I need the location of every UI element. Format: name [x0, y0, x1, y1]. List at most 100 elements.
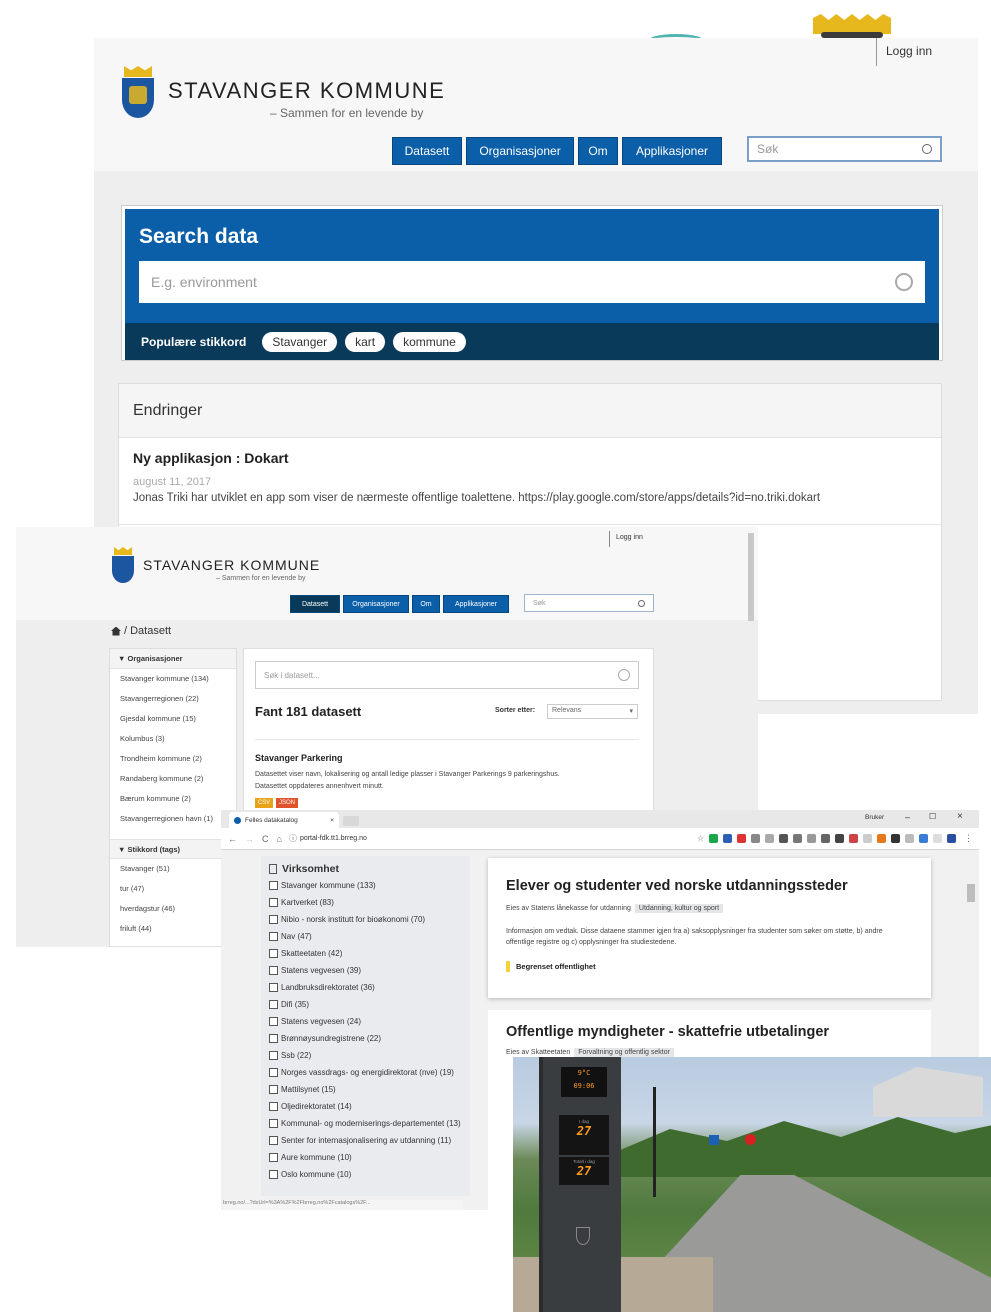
maximize-icon[interactable]: ☐ [929, 812, 936, 821]
facet-checkbox[interactable]: Difi (35) [269, 999, 462, 1010]
front-card2-title[interactable]: Offentlige myndigheter - skattefrie utbe… [506, 1024, 829, 1040]
back-search-input[interactable]: Søk [747, 136, 942, 162]
back-tag-stavanger[interactable]: Stavanger [262, 331, 338, 352]
facet-checkbox[interactable]: Statens vegvesen (24) [269, 1016, 462, 1027]
middle-tag-item[interactable]: hverdagstur (46) [110, 899, 236, 919]
middle-org-item[interactable]: Gjesdal kommune (15) [110, 709, 236, 729]
back-hero-search[interactable]: E.g. environment [139, 261, 925, 303]
middle-org-item[interactable]: Stavangerregionen havn (1) [110, 809, 236, 829]
extension-icon[interactable] [863, 834, 872, 843]
checkbox-box[interactable] [269, 932, 278, 941]
checkbox-box[interactable] [269, 915, 278, 924]
extension-icon[interactable] [737, 834, 746, 843]
checkbox-box[interactable] [269, 898, 278, 907]
facet-checkbox[interactable]: Norges vassdrags- og energidirektorat (n… [269, 1067, 462, 1078]
facet-checkbox[interactable]: Ssb (22) [269, 1050, 462, 1061]
facet-checkbox[interactable]: Brønnøysundregistrene (22) [269, 1033, 462, 1044]
back-nav-datasett[interactable]: Datasett [392, 137, 462, 165]
checkbox-box[interactable] [269, 983, 278, 992]
facet-checkbox[interactable]: Skatteetaten (42) [269, 948, 462, 959]
front-tab[interactable]: Felles datakatalog × [229, 812, 339, 828]
middle-tag-item[interactable]: tur (47) [110, 879, 236, 899]
extension-icon[interactable] [765, 834, 774, 843]
facet-checkbox[interactable]: Oljedirektoratet (14) [269, 1101, 462, 1112]
back-change-title[interactable]: Ny applikasjon : Dokart [133, 450, 927, 466]
new-tab-button[interactable] [343, 816, 359, 826]
checkbox-box[interactable] [269, 1170, 278, 1179]
middle-nav-organisasjoner[interactable]: Organisasjoner [343, 595, 409, 613]
checkbox-box[interactable] [269, 1051, 278, 1060]
search-icon[interactable] [618, 669, 630, 681]
middle-nav-applikasjoner[interactable]: Applikasjoner [443, 595, 509, 613]
close-icon[interactable]: × [330, 817, 334, 824]
back-arrow-icon[interactable]: ← [228, 834, 237, 844]
checkbox-box[interactable] [269, 966, 278, 975]
extension-icon[interactable] [905, 834, 914, 843]
checkbox-box[interactable] [269, 1000, 278, 1009]
menu-dots-icon[interactable]: ⋮ [964, 833, 973, 844]
back-nav-applikasjoner[interactable]: Applikasjoner [622, 137, 722, 165]
search-icon[interactable] [895, 273, 913, 291]
reload-icon[interactable]: C [262, 834, 269, 844]
checkbox-box[interactable] [269, 1085, 278, 1094]
facet-checkbox[interactable]: Landbruksdirektoratet (36) [269, 982, 462, 993]
front-card1-theme[interactable]: Utdanning, kultur og sport [634, 904, 724, 913]
checkbox-box[interactable] [269, 1034, 278, 1043]
back-nav-organisasjoner[interactable]: Organisasjoner [466, 137, 574, 165]
front-dataset-card-1[interactable]: Elever og studenter ved norske utdanning… [488, 858, 931, 998]
checkbox-box[interactable] [269, 881, 278, 890]
search-icon[interactable] [638, 599, 645, 607]
facet-checkbox[interactable]: Oslo kommune (10) [269, 1169, 462, 1180]
facet-checkbox[interactable]: Aure kommune (10) [269, 1152, 462, 1163]
extension-icon[interactable] [835, 834, 844, 843]
checkbox-box[interactable] [269, 1119, 278, 1128]
back-login-link[interactable]: Logg inn [886, 44, 932, 58]
extension-icon[interactable] [919, 834, 928, 843]
front-card1-title[interactable]: Elever og studenter ved norske utdanning… [506, 878, 848, 894]
facet-checkbox[interactable]: Kommunal- og moderniserings-departemente… [269, 1118, 462, 1129]
middle-result-title[interactable]: Stavanger Parkering [255, 753, 343, 763]
middle-search-input[interactable]: Søk [524, 594, 654, 612]
middle-nav-datasett[interactable]: Datasett [290, 595, 340, 613]
front-scrollbar[interactable] [967, 884, 975, 902]
back-nav-om[interactable]: Om [578, 137, 618, 165]
facet-checkbox[interactable]: Stavanger kommune (133) [269, 880, 462, 891]
middle-sort-select[interactable]: Relevans ▾ [547, 704, 638, 719]
extension-icon[interactable] [947, 834, 956, 843]
extension-icon[interactable] [779, 834, 788, 843]
extension-icon[interactable] [877, 834, 886, 843]
middle-scrollbar[interactable] [748, 533, 754, 621]
facet-checkbox[interactable]: Kartverket (83) [269, 897, 462, 908]
minimize-icon[interactable]: – [905, 812, 910, 822]
home-icon[interactable]: ⌂ [277, 834, 282, 844]
checkbox-box[interactable] [269, 1102, 278, 1111]
middle-nav-om[interactable]: Om [412, 595, 440, 613]
middle-tag-item[interactable]: friluft (44) [110, 919, 236, 939]
extension-icon[interactable] [807, 834, 816, 843]
checkbox-box[interactable] [269, 1153, 278, 1162]
extension-icon[interactable] [821, 834, 830, 843]
facet-checkbox[interactable]: Statens vegvesen (39) [269, 965, 462, 976]
forward-arrow-icon[interactable]: → [245, 834, 254, 844]
back-tag-kart[interactable]: kart [345, 331, 386, 352]
facet-checkbox[interactable]: Nav (47) [269, 931, 462, 942]
facet-checkbox[interactable]: Senter for internasjonalisering av utdan… [269, 1135, 462, 1146]
search-icon[interactable] [922, 144, 932, 154]
extension-icon[interactable] [793, 834, 802, 843]
extension-icon[interactable] [933, 834, 942, 843]
extension-icon[interactable] [751, 834, 760, 843]
middle-org-item[interactable]: Stavangerregionen (22) [110, 689, 236, 709]
front-card2-theme[interactable]: Forvaltning og offentlig sektor [574, 1048, 674, 1057]
checkbox-box[interactable] [269, 1068, 278, 1077]
middle-org-item[interactable]: Bærum kommune (2) [110, 789, 236, 809]
window-close-icon[interactable]: × [957, 811, 963, 822]
extension-icon[interactable] [723, 834, 732, 843]
facet-checkbox[interactable]: Mattilsynet (15) [269, 1084, 462, 1095]
extension-icon[interactable] [849, 834, 858, 843]
middle-org-item[interactable]: Stavanger kommune (134) [110, 669, 236, 689]
middle-org-item[interactable]: Kolumbus (3) [110, 729, 236, 749]
extension-icon[interactable] [709, 834, 718, 843]
middle-login-link[interactable]: Logg inn [616, 534, 643, 541]
extension-icon[interactable] [891, 834, 900, 843]
middle-org-item[interactable]: Randaberg kommune (2) [110, 769, 236, 789]
